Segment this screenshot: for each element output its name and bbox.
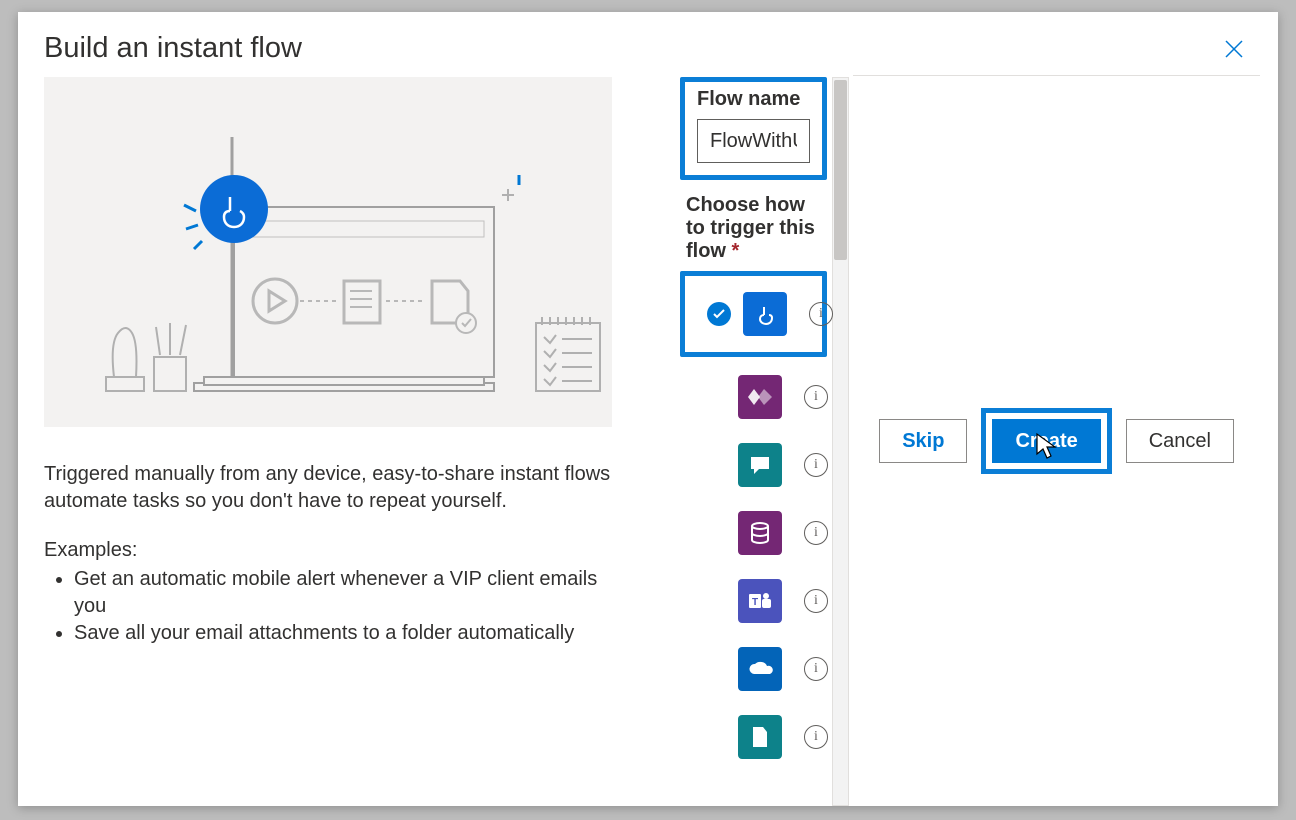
close-button[interactable]	[1220, 35, 1248, 63]
trigger-pva[interactable]: When Power Virtual Agents calls a fl... …	[680, 431, 827, 499]
chat-icon	[738, 443, 782, 487]
left-column: Triggered manually from any device, easy…	[44, 75, 614, 806]
info-button[interactable]: i	[804, 657, 828, 681]
info-button[interactable]: i	[804, 385, 828, 409]
trigger-powerapps[interactable]: PowerApps PowerApps i	[680, 363, 827, 431]
illustration	[44, 77, 612, 427]
cloud-icon	[738, 647, 782, 691]
tap-icon	[743, 292, 787, 336]
info-button[interactable]: i	[804, 453, 828, 477]
info-button[interactable]: i	[804, 725, 828, 749]
radio-checked-icon	[707, 302, 731, 326]
flow-name-highlight: Flow name	[680, 77, 827, 180]
skip-button[interactable]: Skip	[879, 419, 967, 463]
create-button-highlight: Create	[981, 408, 1111, 474]
create-button[interactable]: Create	[992, 419, 1100, 463]
file-icon	[738, 715, 782, 759]
dialog-footer: Skip Create Cancel	[853, 75, 1260, 806]
info-button[interactable]: i	[809, 302, 833, 326]
trigger-onedrive[interactable]: For a selected file OneDrive for Busines…	[680, 635, 827, 703]
examples-label: Examples:	[44, 539, 614, 562]
examples-list: Get an automatic mobile alert whenever a…	[44, 566, 614, 647]
trigger-section-label: Choose how to trigger this flow *	[686, 194, 827, 263]
instant-flow-dialog: Build an instant flow	[18, 12, 1278, 806]
info-button[interactable]: i	[804, 521, 828, 545]
trigger-cds[interactable]: When a flow step is executed Common Data…	[680, 499, 827, 567]
flow-name-label: Flow name	[697, 88, 810, 111]
powerapps-icon	[738, 375, 782, 419]
teams-icon: T	[738, 579, 782, 623]
cancel-button[interactable]: Cancel	[1126, 419, 1234, 463]
close-icon	[1225, 40, 1243, 58]
dialog-body: Triggered manually from any device, easy…	[18, 75, 1278, 806]
trigger-list: Manually trigger a flow Flow button for …	[680, 271, 827, 759]
svg-text:T: T	[752, 597, 758, 608]
info-button[interactable]: i	[804, 589, 828, 613]
right-column: Flow name Choose how to trigger this flo…	[680, 75, 853, 806]
flow-name-input[interactable]	[697, 119, 810, 163]
trigger-file[interactable]: For a selected file i	[680, 703, 827, 759]
description-text: Triggered manually from any device, easy…	[44, 461, 614, 515]
create-button-label: Create	[1015, 430, 1077, 453]
dialog-header: Build an instant flow	[18, 12, 1278, 75]
trigger-teams[interactable]: T For a selected message Microsoft Teams…	[680, 567, 827, 635]
database-icon	[738, 511, 782, 555]
example-item: Save all your email attachments to a fol…	[74, 620, 614, 647]
example-item: Get an automatic mobile alert whenever a…	[74, 566, 614, 620]
trigger-manual[interactable]: Manually trigger a flow Flow button for …	[680, 271, 827, 357]
dialog-title: Build an instant flow	[44, 32, 302, 65]
